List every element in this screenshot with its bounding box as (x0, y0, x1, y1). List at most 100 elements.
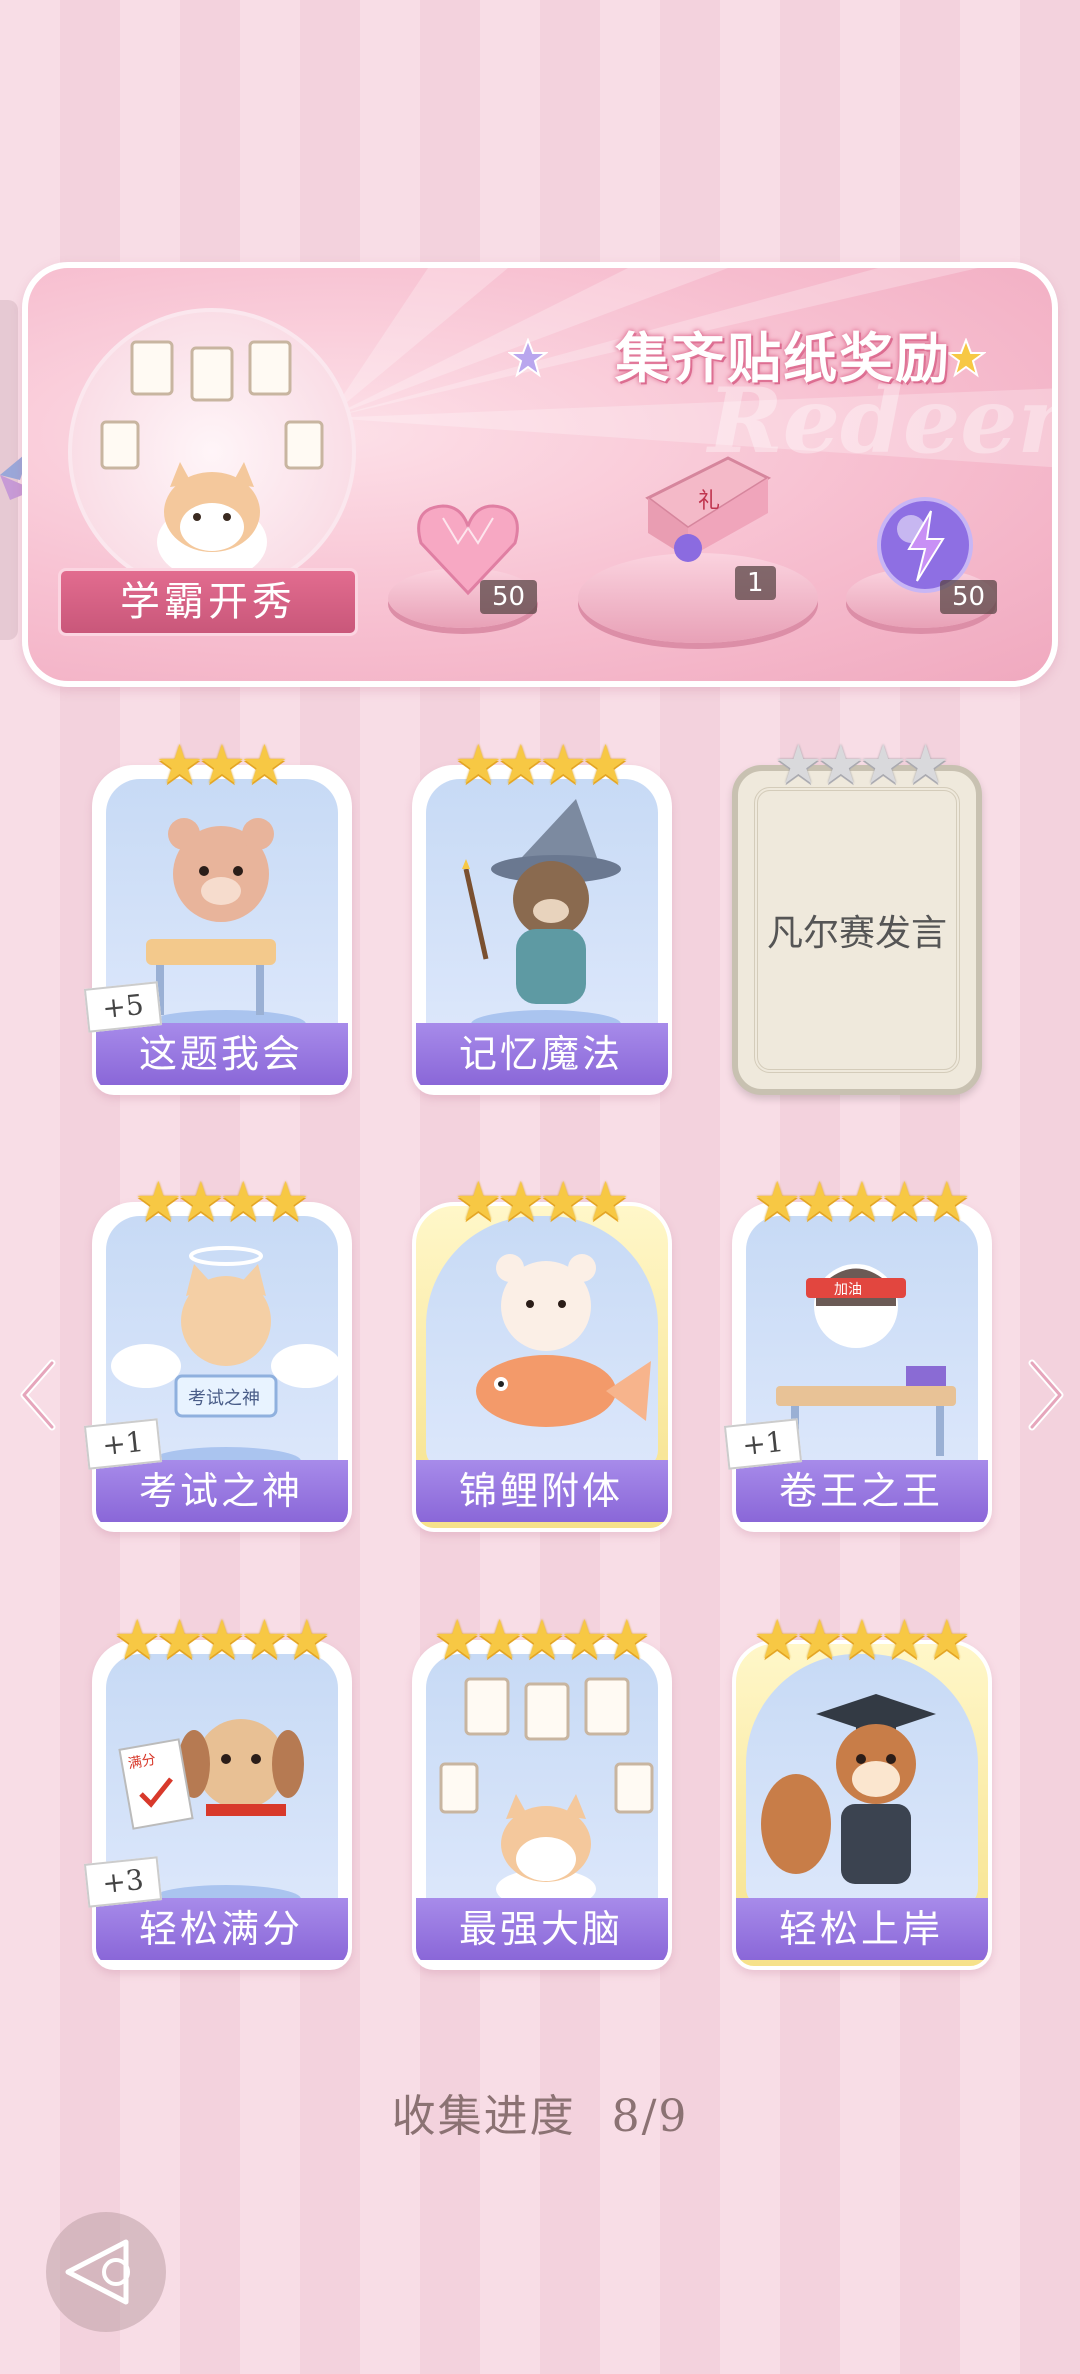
star-icon: ★ (240, 733, 289, 796)
star-icon: ★ (880, 1608, 929, 1671)
progress-label: 收集进度 (391, 2091, 576, 2142)
star-icon: ★ (560, 1608, 609, 1671)
star-rating: ★★★★ (412, 735, 672, 795)
star-icon: ★ (795, 1170, 844, 1233)
card-frame: 轻松上岸 (732, 1640, 992, 1970)
count-badge: +1 (723, 1418, 803, 1470)
sticker-card[interactable]: 轻松上岸 ★★★★★ (732, 1610, 992, 1970)
svg-text:加油: 加油 (834, 1282, 862, 1298)
card-frame: 加油 卷王之王 (732, 1202, 992, 1532)
star-icon: ★ (155, 733, 204, 796)
card-frame: 这题我会 (92, 765, 352, 1095)
star-icon: ★ (197, 1608, 247, 1671)
card-frame: 满分 轻松满分 (92, 1640, 352, 1970)
star-icon: ★ (432, 1608, 482, 1671)
graduate-squirrel-icon (761, 1694, 936, 1884)
star-icon: ★ (795, 1608, 844, 1671)
sticker-card[interactable]: 考试之神 考试之神 ★★★★ +1 (83, 1172, 352, 1532)
star-icon: ★ (752, 1170, 802, 1233)
count-badge: +1 (83, 1418, 163, 1470)
cat-with-papers-icon (100, 340, 324, 580)
card-label: 凡尔赛发言 (754, 787, 960, 1073)
star-rating: ★★★★ (92, 1172, 352, 1232)
star-icon: ★ (134, 1170, 183, 1233)
star-rating: ★★★★★ (412, 1610, 672, 1670)
bear-with-koi-icon (476, 1254, 651, 1427)
card-art (426, 779, 658, 1038)
star-icon: ★ (155, 1608, 204, 1671)
back-button[interactable] (46, 2212, 166, 2332)
card-label: 最强大脑 (416, 1898, 668, 1960)
star-icon: ★ (837, 1170, 887, 1233)
star-icon: ★ (176, 1170, 225, 1233)
card-frame: 记忆魔法 (412, 765, 672, 1095)
star-icon: ★ (581, 733, 630, 796)
card-label: 这题我会 (96, 1023, 348, 1085)
star-rating: ★★★★ (412, 1172, 672, 1232)
sticker-card[interactable]: 记忆魔法 ★★★★ (412, 735, 672, 1095)
count-badge: +3 (83, 1856, 163, 1908)
star-icon: ★ (219, 1170, 268, 1233)
collection-progress: 收集进度 8/9 (0, 2080, 1080, 2144)
cat-with-papers-icon (439, 1677, 654, 1909)
card-frame: 最强大脑 (412, 1640, 672, 1970)
star-icon: ★ (454, 1170, 503, 1233)
card-label: 轻松上岸 (736, 1898, 988, 1960)
star-empty-icon: ★ (859, 733, 908, 796)
gift-box-icon[interactable]: 礼 (628, 438, 778, 568)
star-icon: ★ (922, 1608, 972, 1671)
sticker-card-locked[interactable]: 凡尔赛发言 ★★★★ (732, 735, 992, 1095)
star-icon: ★ (496, 1170, 545, 1233)
star-rating: ★★★★ (732, 735, 992, 795)
card-art (426, 1216, 658, 1470)
card-frame: 锦鲤附体 (412, 1202, 672, 1532)
card-label: 记忆魔法 (416, 1023, 668, 1085)
star-icon: ★ (880, 1170, 929, 1233)
svg-text:考试之神: 考试之神 (188, 1388, 260, 1409)
star-icon: ★ (922, 1170, 972, 1233)
chevron-right-icon[interactable] (1020, 1355, 1070, 1435)
star-icon: ★ (581, 1170, 630, 1233)
sticker-card[interactable]: 锦鲤附体 ★★★★ (412, 1172, 672, 1532)
ribbon-label: 学霸开秀 (58, 568, 358, 636)
star-empty-icon: ★ (774, 733, 823, 796)
card-label: 轻松满分 (96, 1898, 348, 1960)
star-rating: ★★★★★ (732, 1610, 992, 1670)
banner-title: 集齐贴纸奖励 (615, 327, 951, 390)
reward-count-orb: 50 (940, 580, 998, 614)
star-icon: ★ (539, 733, 588, 796)
star-icon: ★ (454, 733, 503, 796)
card-label: 卷王之王 (736, 1460, 988, 1522)
avatar-frame (68, 308, 356, 596)
sticker-card[interactable]: 加油 卷王之王 ★★★★★ +1 (723, 1172, 992, 1532)
star-icon: ★ (602, 1608, 652, 1671)
star-icon: ★ (282, 1608, 332, 1671)
star-empty-icon: ★ (901, 733, 950, 796)
star-empty-icon: ★ (816, 733, 865, 796)
sticker-reward-banner: Redeem 集齐贴纸奖励 学霸开秀 50 (22, 262, 1058, 687)
star-icon: ★ (752, 1608, 802, 1671)
card-art (746, 1654, 978, 1908)
star-icon: ★ (517, 1608, 567, 1671)
back-arrow-icon (65, 2239, 130, 2305)
locked-card-frame: 凡尔赛发言 (732, 765, 982, 1095)
svg-text:礼: 礼 (698, 489, 720, 514)
star-icon: ★ (197, 733, 247, 796)
reward-count-heart: 50 (480, 580, 538, 614)
purple-star-icon (508, 338, 548, 378)
star-rating: ★★★★★ (92, 1610, 352, 1670)
sticker-card[interactable]: 满分 轻松满分 ★★★★★ +3 (83, 1610, 352, 1970)
star-rating: ★★★★★ (732, 1172, 992, 1232)
reward-count-gift: 1 (735, 566, 776, 600)
sticker-card[interactable]: 最强大脑 ★★★★★ (412, 1610, 672, 1970)
chevron-left-icon[interactable] (14, 1355, 64, 1435)
card-label: 考试之神 (96, 1460, 348, 1522)
sticker-card[interactable]: 这题我会 ★★★ +5 (83, 735, 352, 1095)
count-badge: +5 (83, 981, 163, 1033)
progress-value: 8/9 (611, 2091, 689, 2142)
wizard-otter-icon (462, 799, 621, 1038)
star-icon: ★ (496, 733, 545, 796)
card-frame: 考试之神 考试之神 (92, 1202, 352, 1532)
card-art (426, 1654, 658, 1909)
star-rating: ★★★ (92, 735, 352, 795)
